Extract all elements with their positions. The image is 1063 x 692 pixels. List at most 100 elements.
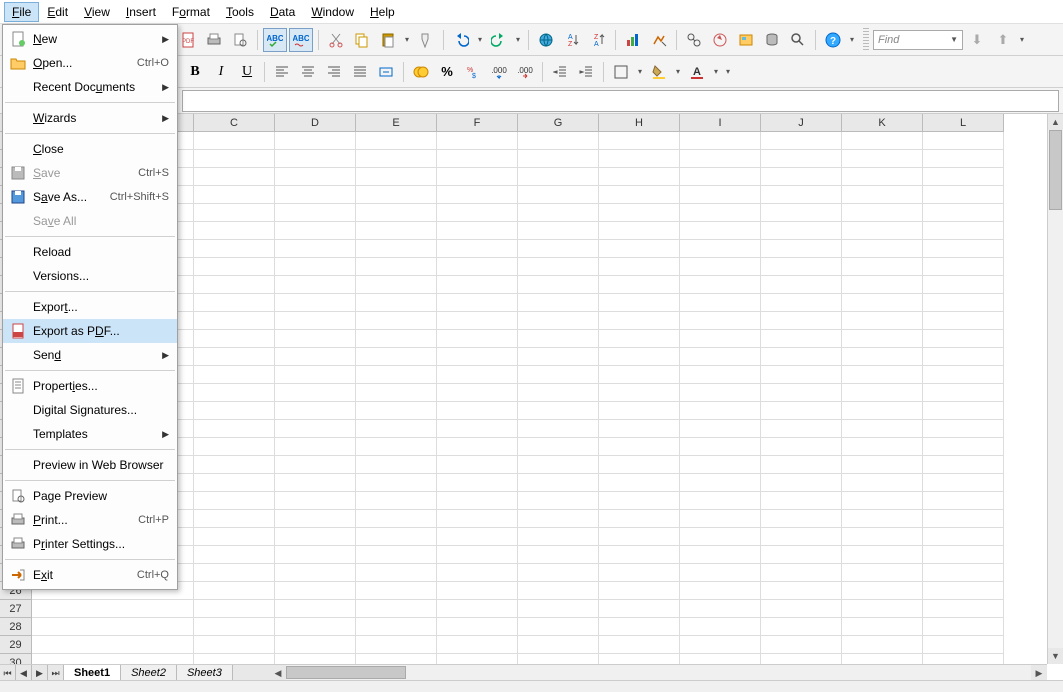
cell[interactable] xyxy=(518,204,599,222)
font-color-button[interactable]: A xyxy=(685,60,709,84)
cell[interactable] xyxy=(437,132,518,150)
bg-color-button[interactable] xyxy=(647,60,671,84)
cell[interactable] xyxy=(923,276,1004,294)
cell[interactable] xyxy=(275,294,356,312)
cell[interactable] xyxy=(275,258,356,276)
cell[interactable] xyxy=(275,276,356,294)
column-header[interactable]: I xyxy=(680,114,761,132)
cell[interactable] xyxy=(599,420,680,438)
decrease-indent-button[interactable] xyxy=(548,60,572,84)
cell[interactable] xyxy=(923,564,1004,582)
cell[interactable] xyxy=(680,456,761,474)
cell[interactable] xyxy=(842,276,923,294)
cell[interactable] xyxy=(356,240,437,258)
cell[interactable] xyxy=(194,258,275,276)
cell[interactable] xyxy=(842,456,923,474)
cell[interactable] xyxy=(680,546,761,564)
cell[interactable] xyxy=(923,384,1004,402)
cell[interactable] xyxy=(599,636,680,654)
cell[interactable] xyxy=(761,222,842,240)
cell[interactable] xyxy=(680,618,761,636)
cell[interactable] xyxy=(923,600,1004,618)
cell[interactable] xyxy=(599,168,680,186)
cell[interactable] xyxy=(437,312,518,330)
cell[interactable] xyxy=(680,240,761,258)
cell[interactable] xyxy=(599,456,680,474)
cell[interactable] xyxy=(194,456,275,474)
cell[interactable] xyxy=(194,168,275,186)
merge-cells-button[interactable] xyxy=(374,60,398,84)
cell[interactable] xyxy=(356,204,437,222)
menu-item-wizards[interactable]: Wizards▶ xyxy=(3,106,177,130)
cell[interactable] xyxy=(356,222,437,240)
cell[interactable] xyxy=(923,348,1004,366)
cell[interactable] xyxy=(923,150,1004,168)
cell[interactable] xyxy=(680,564,761,582)
cell[interactable] xyxy=(923,222,1004,240)
column-header[interactable]: H xyxy=(599,114,680,132)
toolbar-overflow[interactable]: ▾ xyxy=(847,28,857,52)
cell[interactable] xyxy=(275,636,356,654)
cell[interactable] xyxy=(842,438,923,456)
cell[interactable] xyxy=(842,222,923,240)
delete-decimal-button[interactable]: .000 xyxy=(513,60,537,84)
cell[interactable] xyxy=(761,150,842,168)
cell[interactable] xyxy=(599,150,680,168)
cell[interactable] xyxy=(599,510,680,528)
cell[interactable] xyxy=(275,474,356,492)
cell[interactable] xyxy=(842,366,923,384)
cell[interactable] xyxy=(923,420,1004,438)
cell[interactable] xyxy=(923,654,1004,664)
cell[interactable] xyxy=(761,330,842,348)
sheet-tab[interactable]: Sheet2 xyxy=(121,665,177,681)
cell[interactable] xyxy=(923,330,1004,348)
first-sheet-button[interactable]: ⏮ xyxy=(0,665,16,681)
column-header[interactable]: G xyxy=(518,114,599,132)
cell[interactable] xyxy=(680,654,761,664)
cell[interactable] xyxy=(842,150,923,168)
cell[interactable] xyxy=(599,546,680,564)
hyperlink-button[interactable] xyxy=(534,28,558,52)
help-button[interactable]: ? xyxy=(821,28,845,52)
cell[interactable] xyxy=(437,276,518,294)
cell[interactable] xyxy=(923,132,1004,150)
cell[interactable] xyxy=(518,168,599,186)
cell[interactable] xyxy=(275,204,356,222)
cell[interactable] xyxy=(599,186,680,204)
cell[interactable] xyxy=(32,618,194,636)
cell[interactable] xyxy=(194,240,275,258)
cell[interactable] xyxy=(356,150,437,168)
menu-item-exit[interactable]: ExitCtrl+Q xyxy=(3,563,177,587)
cell[interactable] xyxy=(437,240,518,258)
cut-button[interactable] xyxy=(324,28,348,52)
cell[interactable] xyxy=(680,474,761,492)
cell[interactable] xyxy=(356,186,437,204)
cell[interactable] xyxy=(194,294,275,312)
cell[interactable] xyxy=(437,636,518,654)
redo-dropdown[interactable]: ▾ xyxy=(513,28,523,52)
menu-item-templates[interactable]: Templates▶ xyxy=(3,422,177,446)
cell[interactable] xyxy=(680,294,761,312)
prev-sheet-button[interactable]: ◀ xyxy=(16,665,32,681)
menu-item-print[interactable]: Print...Ctrl+P xyxy=(3,508,177,532)
cell[interactable] xyxy=(842,402,923,420)
menu-item-export[interactable]: Export... xyxy=(3,295,177,319)
cell[interactable] xyxy=(761,402,842,420)
cell[interactable] xyxy=(923,492,1004,510)
find-prev-button[interactable]: ⬆ xyxy=(991,28,1015,52)
cell[interactable] xyxy=(518,600,599,618)
cell[interactable] xyxy=(761,510,842,528)
cell[interactable] xyxy=(923,168,1004,186)
cell[interactable] xyxy=(437,528,518,546)
cell[interactable] xyxy=(761,348,842,366)
underline-button[interactable]: U xyxy=(235,60,259,84)
menu-item-close[interactable]: Close xyxy=(3,137,177,161)
cell[interactable] xyxy=(842,528,923,546)
show-draw-functions-button[interactable] xyxy=(647,28,671,52)
cell[interactable] xyxy=(275,510,356,528)
undo-dropdown[interactable]: ▾ xyxy=(475,28,485,52)
cell[interactable] xyxy=(842,348,923,366)
cell[interactable] xyxy=(437,330,518,348)
cell[interactable] xyxy=(275,456,356,474)
cell[interactable] xyxy=(680,492,761,510)
